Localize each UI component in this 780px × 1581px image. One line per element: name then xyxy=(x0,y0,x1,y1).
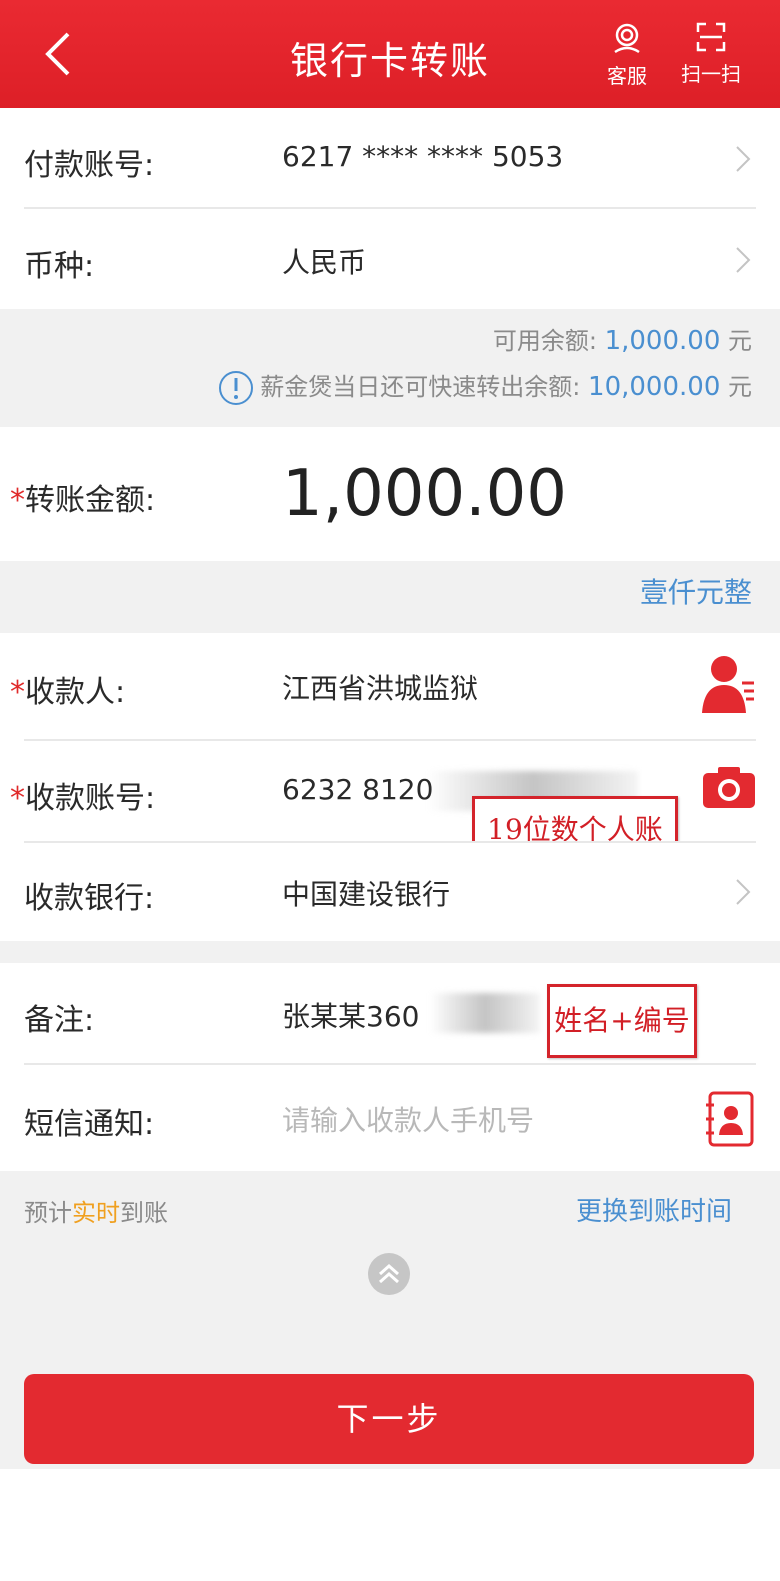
expand-up-icon[interactable] xyxy=(367,1252,411,1296)
service-label: 客服 xyxy=(607,64,647,88)
currency-label: 币种: xyxy=(24,249,95,284)
currency-row[interactable]: 币种: 人民币 xyxy=(0,209,780,309)
headset-icon xyxy=(614,23,640,54)
arrival-estimate: 预计实时到账 xyxy=(24,1199,168,1227)
contact-book-icon[interactable] xyxy=(704,1091,754,1147)
camera-icon[interactable] xyxy=(702,765,756,809)
change-arrival-time-link[interactable]: 更换到账时间 xyxy=(576,1191,732,1228)
transfer-amount-value[interactable]: 1,000.00 xyxy=(282,457,567,531)
payee-bank-label: 收款银行: xyxy=(24,881,155,916)
chevron-right-icon xyxy=(736,146,751,172)
transfer-amount-row[interactable]: *转账金额: 1,000.00 xyxy=(0,427,780,561)
remark-value[interactable]: 张某某360 xyxy=(282,995,419,1035)
sms-label: 短信通知: xyxy=(24,1107,155,1142)
scan-button[interactable]: 扫一扫 xyxy=(676,22,746,87)
app-header: 银行卡转账 客服 扫一扫 xyxy=(0,0,780,108)
payer-account-value: 6217 **** **** 5053 xyxy=(282,140,564,173)
quick-transfer-balance: 薪金煲当日还可快速转出余额: 10,000.00 元 xyxy=(218,367,752,406)
transfer-amount-label: *转账金额: xyxy=(10,483,156,518)
redacted-blur xyxy=(430,993,540,1033)
contact-person-icon[interactable] xyxy=(700,653,756,715)
balance-info: 可用余额: 1,000.00 元 薪金煲当日还可快速转出余额: 10,000.0… xyxy=(0,309,780,427)
payee-bank-row[interactable]: 收款银行: 中国建设银行 xyxy=(0,843,780,941)
payee-bank-value: 中国建设银行 xyxy=(282,878,451,911)
remark-annotation-box: 姓名+编号 xyxy=(547,984,697,1058)
payer-account-row[interactable]: 付款账号: 6217 **** **** 5053 xyxy=(0,108,780,208)
phone-input[interactable]: 请输入收款人手机号 xyxy=(282,1099,534,1139)
payee-value[interactable]: 江西省洪城监狱 xyxy=(282,667,478,707)
payee-label: *收款人: xyxy=(10,675,126,710)
customer-service-button[interactable]: 客服 xyxy=(592,22,662,89)
scan-label: 扫一扫 xyxy=(681,62,741,86)
amount-in-chinese: 壹仟元整 xyxy=(639,576,752,609)
amount-chinese-bar: 壹仟元整 xyxy=(0,561,780,633)
payee-account-value[interactable]: 6232 8120 xyxy=(282,773,433,806)
next-step-button[interactable]: 下一步 xyxy=(24,1374,754,1464)
info-icon xyxy=(219,371,254,405)
chevron-right-icon xyxy=(736,879,751,905)
payee-row[interactable]: *收款人: 江西省洪城监狱 xyxy=(0,633,780,739)
currency-value: 人民币 xyxy=(282,246,367,279)
payee-account-label: *收款账号: xyxy=(10,781,156,816)
scan-icon xyxy=(696,22,726,52)
chevron-right-icon xyxy=(736,247,751,273)
payer-account-label: 付款账号: xyxy=(24,148,155,183)
section-gap xyxy=(0,941,780,963)
sms-notification-row[interactable]: 短信通知: 请输入收款人手机号 xyxy=(0,1065,780,1171)
remark-label: 备注: xyxy=(24,1003,95,1038)
available-balance: 可用余额: 1,000.00 元 xyxy=(492,326,752,356)
page-title: 银行卡转账 xyxy=(289,39,490,83)
